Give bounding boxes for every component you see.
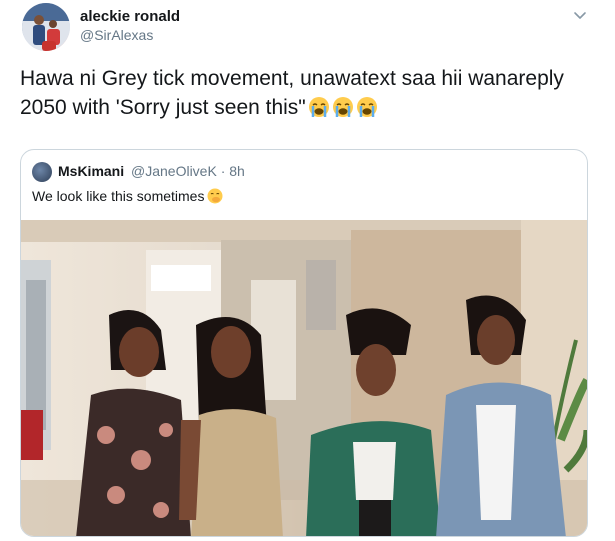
author-avatar[interactable] — [22, 3, 70, 51]
quoted-timestamp[interactable]: 8h — [229, 163, 245, 179]
loudly-crying-face-icon — [356, 97, 377, 117]
loudly-crying-face-icon — [308, 97, 329, 117]
chevron-down-icon[interactable] — [572, 7, 588, 23]
meta-separator: · — [220, 163, 226, 179]
quoted-photo[interactable] — [21, 220, 587, 537]
author-name[interactable]: aleckie ronald — [80, 8, 180, 25]
tweet-card: aleckie ronald @SirAlexas Hawa ni Grey t… — [0, 0, 615, 541]
tweet-body: Hawa ni Grey tick movement, unawatext sa… — [20, 67, 564, 119]
quoted-author-handle[interactable]: @JaneOliveK — [131, 163, 217, 179]
quoted-author-avatar[interactable] — [32, 162, 52, 182]
quoted-body: We look like this sometimes — [32, 188, 205, 204]
quoted-author-name[interactable]: MsKimani — [58, 163, 124, 179]
author-handle[interactable]: @SirAlexas — [80, 27, 153, 43]
loudly-crying-face-icon — [332, 97, 353, 117]
face-with-hand-over-mouth-icon — [207, 188, 223, 204]
avatar-photo — [22, 3, 70, 51]
quoted-tweet[interactable]: MsKimani @JaneOliveK · 8h We look like t… — [20, 149, 588, 537]
quoted-text: We look like this sometimes — [32, 188, 223, 204]
quoted-author-meta: @JaneOliveK · 8h — [131, 163, 245, 179]
tweet-text: Hawa ni Grey tick movement, unawatext sa… — [20, 64, 595, 122]
